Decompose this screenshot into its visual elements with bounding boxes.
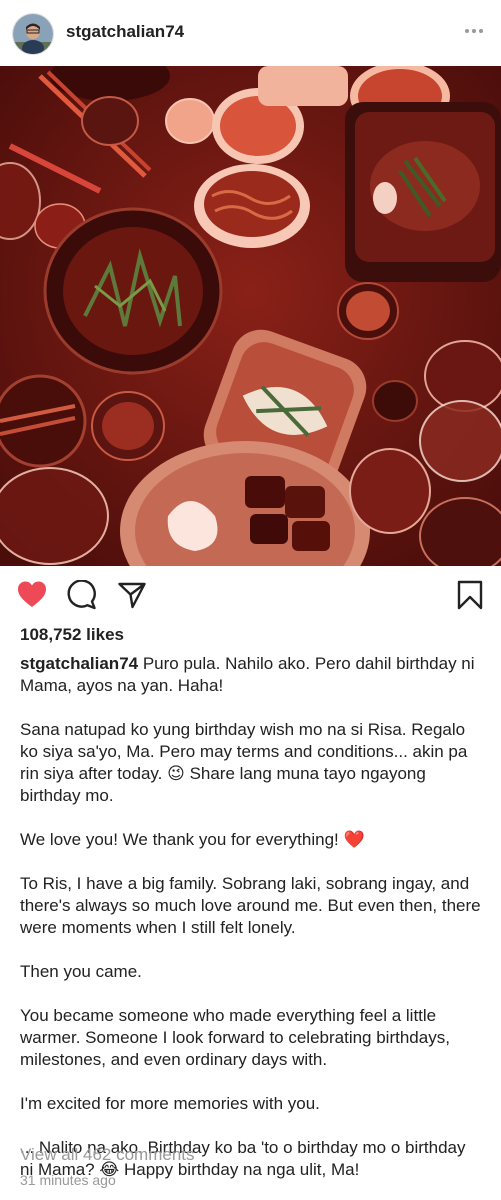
- caption-paragraph-6: You became someone who made everything f…: [20, 1006, 450, 1069]
- view-all-comments-link[interactable]: View all 462 comments: [20, 1145, 195, 1165]
- save-bookmark-icon[interactable]: [455, 580, 485, 610]
- caption-paragraph-3: We love you! We thank you for everything…: [20, 830, 339, 849]
- post-header: stgatchalian74: [0, 0, 501, 66]
- more-options-icon[interactable]: [463, 26, 485, 36]
- post-actions-bar: [0, 566, 501, 626]
- user-avatar[interactable]: [12, 13, 54, 55]
- post-photo[interactable]: [0, 66, 501, 566]
- wink-emoji: 😉: [167, 764, 185, 784]
- caption-paragraph-5: Then you came.: [20, 962, 142, 981]
- post-caption: stgatchalian74 Puro pula. Nahilo ako. Pe…: [20, 653, 483, 1181]
- post-author-username[interactable]: stgatchalian74: [66, 22, 184, 42]
- likes-count[interactable]: 108,752 likes: [20, 625, 124, 645]
- caption-paragraph-4: To Ris, I have a big family. Sobrang lak…: [20, 874, 481, 937]
- caption-paragraph-7: I'm excited for more memories with you.: [20, 1094, 320, 1113]
- comment-icon[interactable]: [67, 580, 97, 610]
- post-timestamp: 31 minutes ago: [20, 1172, 116, 1188]
- like-heart-icon[interactable]: [17, 580, 47, 610]
- red-heart-emoji: ❤️: [343, 830, 365, 850]
- caption-author[interactable]: stgatchalian74: [20, 654, 138, 673]
- share-direct-icon[interactable]: [117, 580, 147, 610]
